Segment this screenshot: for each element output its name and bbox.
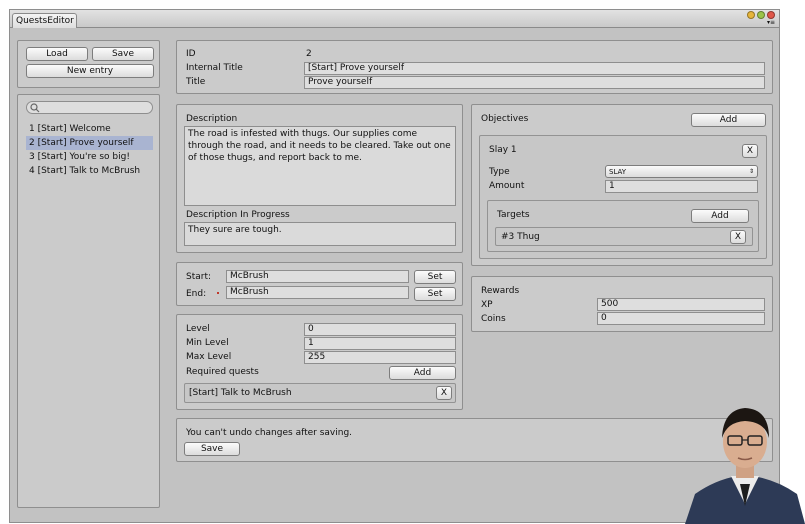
level-field[interactable]: 0 xyxy=(304,323,456,336)
close-icon[interactable] xyxy=(767,11,775,19)
internal-title-label: Internal Title xyxy=(186,63,243,73)
quest-list-panel: 1 [Start] Welcome 2 [Start] Prove yourse… xyxy=(17,94,160,508)
npc-panel: Start: McBrush Set End: McBrush Set xyxy=(176,262,463,306)
add-required-quest-button[interactable]: Add xyxy=(389,366,456,380)
list-item[interactable]: 3 [Start] You're so big! xyxy=(26,150,153,164)
description-label: Description xyxy=(186,114,238,124)
required-quests-label: Required quests xyxy=(186,367,259,377)
objective-title: Slay 1 xyxy=(489,145,517,155)
rewards-panel: Rewards XP 500 Coins 0 xyxy=(471,276,773,332)
description-textarea[interactable]: The road is infested with thugs. Our sup… xyxy=(184,126,456,206)
xp-field[interactable]: 500 xyxy=(597,298,765,311)
targets-box: Targets Add #3 Thug X xyxy=(487,200,759,252)
add-objective-button[interactable]: Add xyxy=(691,113,766,127)
load-button[interactable]: Load xyxy=(26,47,88,61)
type-label: Type xyxy=(489,167,510,177)
title-label: Title xyxy=(186,77,206,87)
end-npc-field[interactable]: McBrush xyxy=(226,286,409,299)
new-entry-button[interactable]: New entry xyxy=(26,64,154,78)
description-in-progress-textarea[interactable]: They sure are tough. xyxy=(184,222,456,246)
presenter-image xyxy=(685,408,805,524)
id-value: 2 xyxy=(306,49,312,59)
min-level-field[interactable]: 1 xyxy=(304,337,456,350)
title-field[interactable]: Prove yourself xyxy=(304,76,765,89)
footer-panel: You can't undo changes after saving. Sav… xyxy=(176,418,773,462)
type-select-value: SLAY xyxy=(609,168,627,176)
internal-title-field[interactable]: [Start] Prove yourself xyxy=(304,62,765,75)
objectives-panel: Objectives Add Slay 1 X Type SLAY ⇕ Amou… xyxy=(471,104,773,266)
description-in-progress-label: Description In Progress xyxy=(186,210,290,220)
undo-warning-text: You can't undo changes after saving. xyxy=(186,428,353,438)
level-label: Level xyxy=(186,324,210,334)
coins-label: Coins xyxy=(481,314,506,324)
rewards-label: Rewards xyxy=(481,286,520,296)
save-toolbar-button[interactable]: Save xyxy=(92,47,154,61)
remove-objective-button[interactable]: X xyxy=(742,144,758,158)
select-arrows-icon: ⇕ xyxy=(748,168,754,175)
list-item[interactable]: 1 [Start] Welcome xyxy=(26,122,153,136)
max-level-label: Max Level xyxy=(186,352,232,362)
list-item-selected[interactable]: 2 [Start] Prove yourself xyxy=(26,136,153,150)
objectives-label: Objectives xyxy=(481,114,529,124)
start-label: Start: xyxy=(186,272,212,282)
list-item[interactable]: 4 [Start] Talk to McBrush xyxy=(26,164,153,178)
description-panel: Description The road is infested with th… xyxy=(176,104,463,253)
maximize-icon[interactable] xyxy=(757,11,765,19)
save-button[interactable]: Save xyxy=(184,442,240,456)
search-icon xyxy=(30,103,40,113)
search-input[interactable] xyxy=(26,101,153,114)
levels-panel: Level 0 Min Level 1 Max Level 255 Requir… xyxy=(176,314,463,410)
tab-quests-editor[interactable]: QuestsEditor xyxy=(12,13,77,28)
end-marker-icon xyxy=(217,292,219,294)
remove-target-button[interactable]: X xyxy=(730,230,746,244)
amount-label: Amount xyxy=(489,181,525,191)
objective-item: Slay 1 X Type SLAY ⇕ Amount 1 Targets Ad… xyxy=(479,135,767,259)
start-npc-field[interactable]: McBrush xyxy=(226,270,409,283)
minimize-icon[interactable] xyxy=(747,11,755,19)
required-quest-label: [Start] Talk to McBrush xyxy=(189,388,292,398)
quest-header-panel: ID 2 Internal Title [Start] Prove yourse… xyxy=(176,40,773,94)
tab-bar: QuestsEditor ▾≡ xyxy=(10,10,779,28)
end-label: End: xyxy=(186,289,207,299)
required-quest-item: [Start] Talk to McBrush X xyxy=(184,383,456,403)
max-level-field[interactable]: 255 xyxy=(304,351,456,364)
target-label: #3 Thug xyxy=(501,232,540,242)
coins-field[interactable]: 0 xyxy=(597,312,765,325)
toolbar-panel: Load Save New entry xyxy=(17,40,160,88)
end-set-button[interactable]: Set xyxy=(414,287,456,301)
presenter-webcam xyxy=(685,396,805,524)
targets-label: Targets xyxy=(497,210,530,220)
xp-label: XP xyxy=(481,300,493,310)
quest-list: 1 [Start] Welcome 2 [Start] Prove yourse… xyxy=(26,122,153,178)
menu-icon[interactable]: ▾≡ xyxy=(767,20,775,26)
add-target-button[interactable]: Add xyxy=(691,209,749,223)
amount-field[interactable]: 1 xyxy=(605,180,758,193)
min-level-label: Min Level xyxy=(186,338,229,348)
type-select[interactable]: SLAY ⇕ xyxy=(605,165,758,178)
remove-required-quest-button[interactable]: X xyxy=(436,386,452,400)
target-item: #3 Thug X xyxy=(495,227,753,246)
id-label: ID xyxy=(186,49,196,59)
start-set-button[interactable]: Set xyxy=(414,270,456,284)
